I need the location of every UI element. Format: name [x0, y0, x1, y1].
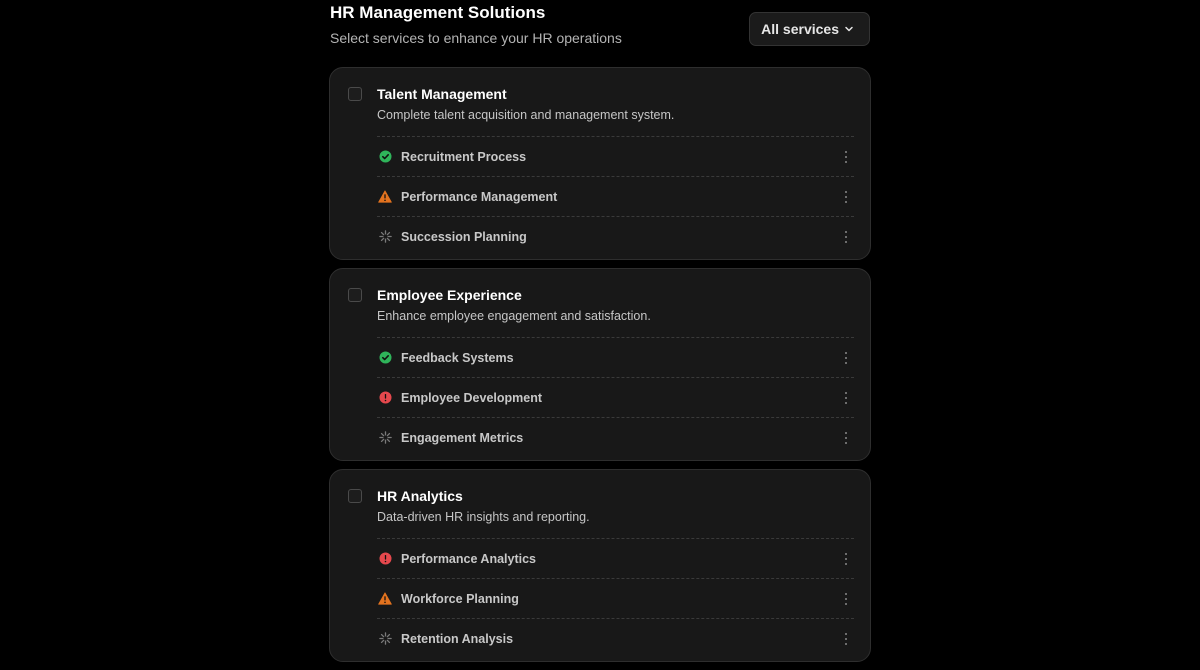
card-item-list: Performance Analytics Workforce Planning R…	[377, 538, 854, 658]
item-label: Performance Management	[401, 189, 558, 204]
item-label: Engagement Metrics	[401, 430, 524, 445]
list-item[interactable]: Workforce Planning	[377, 578, 854, 618]
item-label: Employee Development	[401, 390, 543, 405]
list-item[interactable]: Employee Development	[377, 377, 854, 417]
card-title: HR Analytics	[377, 488, 463, 504]
service-card-talent-management: Talent Management Complete talent acquisi…	[329, 67, 871, 260]
service-card-list: Talent Management Complete talent acquisi…	[329, 67, 871, 662]
list-item[interactable]: Engagement Metrics	[377, 417, 854, 457]
services-filter-dropdown[interactable]: All services	[749, 12, 870, 46]
list-item[interactable]: Retention Analysis	[377, 618, 854, 658]
list-item[interactable]: Performance Analytics	[377, 538, 854, 578]
alert-circle-icon	[378, 391, 392, 405]
more-options-icon[interactable]	[842, 552, 850, 566]
page-subtitle: Select services to enhance your HR opera…	[330, 30, 622, 46]
card-item-list: Recruitment Process Performance Managemen…	[377, 136, 854, 256]
item-label: Workforce Planning	[401, 591, 519, 606]
more-options-icon[interactable]	[842, 230, 850, 244]
more-options-icon[interactable]	[842, 632, 850, 646]
loader-icon	[378, 431, 392, 445]
more-options-icon[interactable]	[842, 391, 850, 405]
item-label: Recruitment Process	[401, 149, 527, 164]
select-checkbox[interactable]	[348, 489, 362, 503]
warning-triangle-icon	[378, 592, 392, 606]
list-item[interactable]: Succession Planning	[377, 216, 854, 256]
item-label: Performance Analytics	[401, 551, 537, 566]
page-title: HR Management Solutions	[330, 3, 546, 22]
check-circle-icon	[378, 150, 392, 164]
more-options-icon[interactable]	[842, 592, 850, 606]
list-item[interactable]: Recruitment Process	[377, 136, 854, 176]
more-options-icon[interactable]	[842, 431, 850, 445]
panel-header: HR Management Solutions Select services …	[330, 0, 870, 67]
item-label: Succession Planning	[401, 229, 527, 244]
card-title: Employee Experience	[377, 287, 522, 303]
more-options-icon[interactable]	[842, 150, 850, 164]
more-options-icon[interactable]	[842, 351, 850, 365]
list-item[interactable]: Feedback Systems	[377, 337, 854, 377]
item-label: Feedback Systems	[401, 350, 514, 365]
item-label: Retention Analysis	[401, 631, 514, 646]
list-item[interactable]: Performance Management	[377, 176, 854, 216]
services-panel: HR Management Solutions Select services …	[329, 0, 871, 670]
warning-triangle-icon	[378, 190, 392, 204]
chevron-down-icon	[843, 23, 855, 35]
select-checkbox[interactable]	[348, 87, 362, 101]
loader-icon	[378, 632, 392, 646]
check-circle-icon	[378, 351, 392, 365]
select-checkbox[interactable]	[348, 288, 362, 302]
card-description: Enhance employee engagement and satisfac…	[377, 309, 651, 323]
card-item-list: Feedback Systems Employee Development Enga…	[377, 337, 854, 457]
service-card-hr-analytics: HR Analytics Data-driven HR insights and …	[329, 469, 871, 662]
loader-icon	[378, 230, 392, 244]
card-title: Talent Management	[377, 86, 507, 102]
card-description: Complete talent acquisition and manageme…	[377, 108, 675, 122]
card-description: Data-driven HR insights and reporting.	[377, 510, 590, 524]
filter-label: All services	[761, 21, 839, 37]
more-options-icon[interactable]	[842, 190, 850, 204]
service-card-employee-experience: Employee Experience Enhance employee enga…	[329, 268, 871, 461]
alert-circle-icon	[378, 552, 392, 566]
